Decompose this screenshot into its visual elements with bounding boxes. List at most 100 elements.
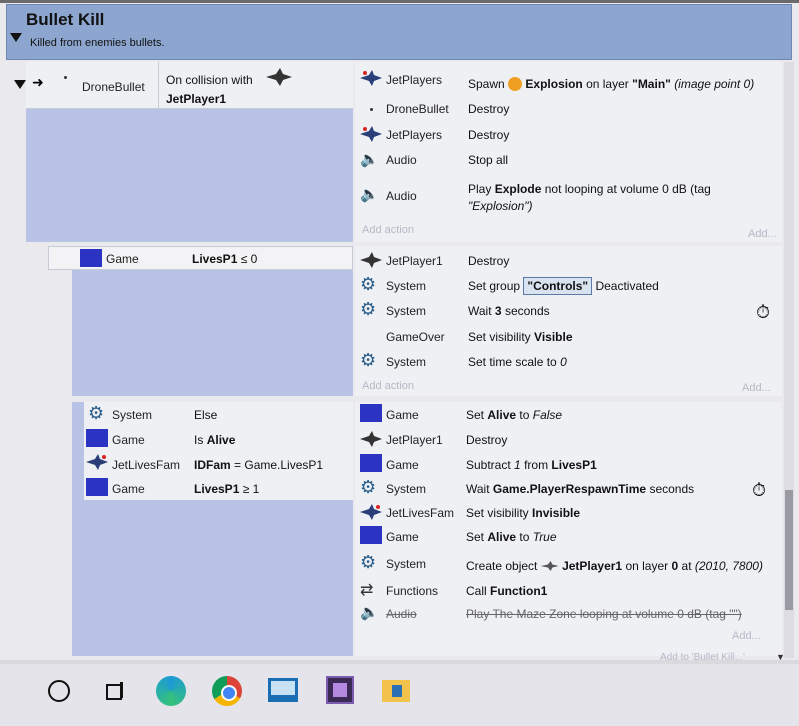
action-text[interactable]: Destroy — [468, 254, 509, 268]
game-icon — [86, 478, 108, 496]
action-object: JetPlayers — [386, 128, 443, 142]
action-text[interactable]: Subtract 1 from LivesP1 — [466, 458, 597, 472]
event2-condition-text: LivesP1 ≤ 0 — [192, 252, 258, 266]
edge-browser-icon[interactable] — [156, 676, 186, 706]
task-view-icon[interactable] — [104, 680, 124, 700]
search-circle-icon[interactable] — [48, 680, 70, 702]
action-text[interactable]: Call Function1 — [466, 584, 547, 598]
jet-icon — [360, 70, 382, 86]
event-group-header[interactable] — [6, 4, 792, 60]
condition-text[interactable]: Is Alive — [194, 433, 235, 447]
condition-text[interactable]: LivesP1 ≥ 1 — [194, 482, 259, 496]
action-text[interactable]: Wait Game.PlayerRespawnTime seconds — [466, 482, 694, 496]
speaker-icon: 🔈 — [360, 151, 379, 168]
action-text[interactable]: Wait 3 seconds — [468, 304, 550, 318]
action-text[interactable]: Destroy — [468, 128, 509, 142]
event1-collapse-triangle-icon[interactable] — [14, 80, 26, 89]
action-text[interactable]: Destroy — [466, 433, 507, 447]
functions-icon: ⇄ — [360, 582, 374, 599]
action-object: JetPlayer1 — [386, 433, 443, 447]
gear-icon: ⚙ — [360, 299, 377, 319]
event1-condition-object: JetPlayer1 — [166, 92, 227, 106]
event1-arrow-icon: ➜ — [32, 74, 44, 90]
mail-icon[interactable] — [268, 678, 298, 702]
add-more-link[interactable]: Add... — [748, 228, 777, 240]
action-object: System — [386, 557, 427, 571]
timer-icon: ⏱ — [756, 302, 771, 322]
divider — [158, 62, 159, 108]
action-text[interactable]: Destroy — [468, 102, 509, 116]
condition-object: Game — [112, 433, 145, 447]
condition-text[interactable]: Else — [194, 408, 217, 422]
speaker-icon: 🔈 — [360, 604, 379, 621]
condition-text[interactable]: IDFam = Game.LivesP1 — [194, 458, 323, 472]
action-object: Game — [386, 458, 419, 472]
chrome-icon[interactable] — [212, 676, 242, 706]
speaker-icon: 🔈 — [360, 186, 379, 203]
condition-object: Game — [112, 482, 145, 496]
gear-icon: ⚙ — [360, 477, 377, 497]
game-icon — [80, 249, 102, 267]
action-object: System — [386, 482, 427, 496]
game-icon — [86, 429, 108, 447]
action-text[interactable]: Set Alive to False — [466, 408, 562, 422]
gear-icon: ⚙ — [88, 403, 105, 423]
action-text[interactable]: Set Alive to True — [466, 530, 557, 544]
action-text[interactable]: Set visibility Invisible — [466, 506, 580, 520]
action-object: System — [386, 279, 427, 293]
jet-lives-icon — [360, 504, 382, 520]
event2-object-name: Game — [106, 252, 139, 266]
file-explorer-icon[interactable] — [382, 680, 410, 702]
event1-object-name: DroneBullet — [82, 80, 145, 94]
action-text[interactable]: Set time scale to 0 — [468, 355, 567, 369]
action-object: System — [386, 304, 427, 318]
dot-icon — [64, 76, 67, 79]
action-text[interactable]: Stop all — [468, 153, 508, 167]
action-object: JetLivesFam — [386, 506, 455, 520]
action-text[interactable]: Set group "Controls" Deactivated — [468, 277, 659, 295]
action-text[interactable]: Spawn Explosion on layer "Main" (image p… — [468, 77, 754, 91]
game-icon — [360, 454, 382, 472]
action-object: Game — [386, 408, 419, 422]
group-title: Bullet Kill — [26, 10, 105, 29]
game-icon — [360, 404, 382, 422]
timer-icon: ⏱ — [752, 480, 767, 500]
explosion-icon — [508, 77, 523, 91]
jet-icon — [360, 431, 382, 447]
gear-icon: ⚙ — [360, 552, 377, 572]
gear-icon: ⚙ — [360, 274, 377, 294]
add-action-link[interactable]: Add action — [362, 380, 414, 392]
gear-icon: ⚙ — [360, 350, 377, 370]
game-icon — [360, 526, 382, 544]
window-top-edge — [0, 0, 799, 3]
group-description: Killed from enemies bullets. — [30, 37, 165, 49]
action-text[interactable]: Set visibility Visible — [468, 330, 573, 344]
collapse-triangle-icon[interactable] — [10, 33, 22, 42]
jet-icon — [360, 252, 382, 268]
add-action-link[interactable]: Add action — [362, 224, 414, 236]
jet-icon — [540, 561, 559, 571]
scrollbar-thumb[interactable] — [785, 490, 793, 610]
event2-actions-area — [355, 246, 782, 396]
event1-condition-text: On collision with — [166, 73, 253, 87]
action-object: DroneBullet — [386, 102, 449, 116]
action-object: JetPlayer1 — [386, 254, 443, 268]
add-more-link[interactable]: Add... — [742, 382, 771, 394]
action-text-tag: "Explosion") — [468, 199, 533, 213]
action-text[interactable]: Create object JetPlayer1 on layer 0 at (… — [466, 559, 763, 573]
jet-icon — [360, 126, 382, 142]
action-object: GameOver — [386, 330, 445, 344]
jet-icon — [266, 68, 292, 86]
condition-object: System — [112, 408, 153, 422]
jet-lives-icon — [86, 454, 108, 470]
action-text[interactable]: Play Explode not looping at volume 0 dB … — [468, 182, 711, 196]
dot-icon — [370, 108, 373, 111]
add-more-link[interactable]: Add... — [732, 630, 761, 642]
action-object: Functions — [386, 584, 439, 598]
action-object-disabled: Audio — [386, 607, 417, 621]
action-object: Audio — [386, 189, 417, 203]
action-object: JetPlayers — [386, 73, 443, 87]
action-object: Game — [386, 530, 419, 544]
action-text-disabled[interactable]: Play The Maze Zone looping at volume 0 d… — [466, 607, 742, 621]
construct-app-icon[interactable] — [326, 676, 354, 704]
